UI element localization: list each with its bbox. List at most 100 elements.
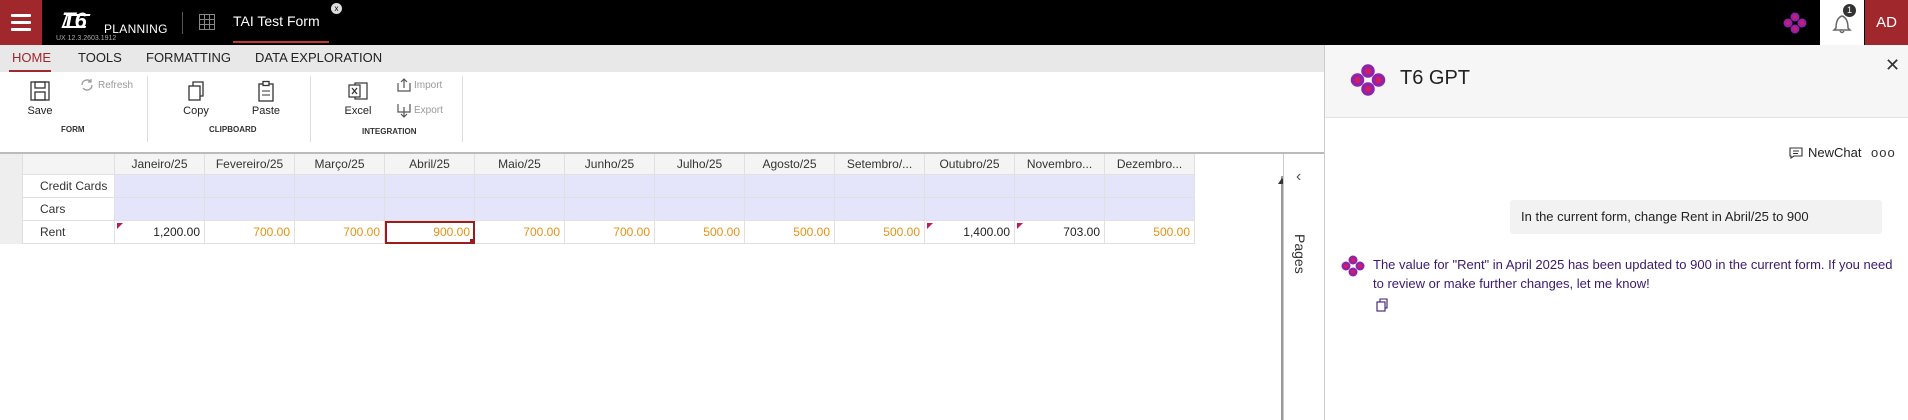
value-cell[interactable]: 500.00 bbox=[745, 221, 835, 244]
value-cell[interactable]: 500.00 bbox=[1105, 221, 1195, 244]
cell-value: 500.00 bbox=[1153, 225, 1190, 239]
tab-formatting[interactable]: FORMATTING bbox=[146, 50, 231, 65]
input-cell[interactable] bbox=[295, 175, 385, 198]
save-button[interactable]: Save bbox=[24, 80, 56, 117]
cell-value: 500.00 bbox=[793, 225, 830, 239]
column-header[interactable]: Dezembro... bbox=[1105, 154, 1195, 175]
logo-text: PLANNING bbox=[104, 22, 168, 36]
input-cell[interactable] bbox=[295, 198, 385, 221]
cell-value: 700.00 bbox=[343, 225, 380, 239]
grid-icon[interactable] bbox=[199, 14, 215, 30]
input-cell[interactable] bbox=[1015, 198, 1105, 221]
pages-panel[interactable]: ‹ Pages bbox=[1283, 154, 1324, 420]
save-label: Save bbox=[27, 105, 53, 117]
input-cell[interactable] bbox=[745, 175, 835, 198]
gpt-header: T6 GPT ✕ bbox=[1325, 45, 1908, 118]
input-cell[interactable] bbox=[655, 175, 745, 198]
logo-mark: T6 bbox=[62, 8, 87, 33]
notifications-button[interactable] bbox=[1820, 0, 1864, 45]
table-row: Cars bbox=[0, 198, 1195, 221]
input-cell[interactable] bbox=[1105, 175, 1195, 198]
new-chat-button[interactable]: NewChat bbox=[1789, 145, 1861, 160]
tab-tai-test-form[interactable]: TAI Test Form bbox=[228, 0, 336, 45]
hamburger-menu-icon[interactable] bbox=[0, 0, 42, 45]
copy-icon bbox=[188, 81, 204, 101]
cell-value: 500.00 bbox=[883, 225, 920, 239]
comment-flag-icon bbox=[927, 223, 933, 229]
header-corner bbox=[23, 154, 115, 175]
export-icon bbox=[397, 104, 411, 118]
user-avatar[interactable]: AD bbox=[1865, 0, 1908, 45]
tab-close-icon[interactable]: x bbox=[331, 3, 342, 14]
version-label: UX 12.3.2603.1912 bbox=[56, 35, 117, 42]
value-cell[interactable]: 700.00 bbox=[295, 221, 385, 244]
value-cell[interactable]: 700.00 bbox=[475, 221, 565, 244]
paste-button[interactable]: Paste bbox=[248, 80, 284, 117]
input-cell[interactable] bbox=[205, 175, 295, 198]
copy-button[interactable]: Copy bbox=[180, 80, 212, 117]
tab-home[interactable]: HOME bbox=[12, 50, 51, 65]
refresh-button[interactable]: Refresh bbox=[78, 77, 133, 93]
excel-button[interactable]: Excel bbox=[342, 80, 374, 117]
column-header[interactable]: Março/25 bbox=[295, 154, 385, 175]
column-header[interactable]: Julho/25 bbox=[655, 154, 745, 175]
input-cell[interactable] bbox=[115, 198, 205, 221]
import-label: Import bbox=[414, 79, 443, 91]
import-button[interactable]: Import bbox=[396, 77, 442, 93]
input-cell[interactable] bbox=[1105, 198, 1195, 221]
input-cell[interactable] bbox=[925, 175, 1015, 198]
save-icon bbox=[30, 81, 50, 101]
column-header[interactable]: Outubro/25 bbox=[925, 154, 1015, 175]
column-header[interactable]: Novembro... bbox=[1015, 154, 1105, 175]
t6-planning-logo[interactable]: T6 PLANNING UX 12.3.2603.1912 bbox=[56, 6, 176, 44]
value-cell[interactable]: 700.00 bbox=[205, 221, 295, 244]
input-cell[interactable] bbox=[655, 198, 745, 221]
column-header[interactable]: Maio/25 bbox=[475, 154, 565, 175]
close-icon[interactable]: ✕ bbox=[1885, 55, 1900, 76]
input-cell[interactable] bbox=[835, 175, 925, 198]
input-cell[interactable] bbox=[475, 198, 565, 221]
input-cell[interactable] bbox=[385, 175, 475, 198]
input-cell[interactable] bbox=[1015, 175, 1105, 198]
column-header[interactable]: Abril/25 bbox=[385, 154, 475, 175]
t6-gpt-icon[interactable] bbox=[1783, 12, 1807, 34]
row-header: Cars bbox=[23, 198, 115, 221]
value-cell[interactable]: 1,400.00 bbox=[925, 221, 1015, 244]
input-cell[interactable] bbox=[385, 198, 475, 221]
more-options-icon[interactable]: ooo bbox=[1871, 145, 1896, 160]
chevron-left-icon[interactable]: ‹ bbox=[1296, 168, 1301, 186]
value-cell[interactable]: 1,200.00 bbox=[115, 221, 205, 244]
column-header[interactable]: Fevereiro/25 bbox=[205, 154, 295, 175]
input-cell[interactable] bbox=[565, 175, 655, 198]
row-header: Credit Cards bbox=[23, 175, 115, 198]
column-header[interactable]: Agosto/25 bbox=[745, 154, 835, 175]
input-cell[interactable] bbox=[475, 175, 565, 198]
copy-message-icon[interactable] bbox=[1375, 298, 1389, 312]
input-cell[interactable] bbox=[835, 198, 925, 221]
t6-gpt-panel: T6 GPT ✕ NewChat ooo In the current form… bbox=[1324, 45, 1908, 420]
tab-label: TAI Test Form bbox=[233, 13, 320, 29]
input-cell[interactable] bbox=[565, 198, 655, 221]
input-cell[interactable] bbox=[745, 198, 835, 221]
form-grid: Janeiro/25 Fevereiro/25 Março/25 Abril/25 Ma… bbox=[0, 154, 1283, 420]
value-cell[interactable]: 703.00 bbox=[1015, 221, 1105, 244]
value-cell[interactable]: 900.00 bbox=[385, 221, 475, 244]
tab-tools[interactable]: TOOLS bbox=[78, 50, 122, 65]
excel-label: Excel bbox=[344, 105, 372, 117]
value-cell[interactable]: 500.00 bbox=[655, 221, 745, 244]
value-cell[interactable]: 700.00 bbox=[565, 221, 655, 244]
grid-header-row: Janeiro/25 Fevereiro/25 Março/25 Abril/25 Ma… bbox=[0, 154, 1195, 175]
bell-icon bbox=[1832, 15, 1852, 34]
comment-flag-icon bbox=[117, 223, 123, 229]
input-cell[interactable] bbox=[925, 198, 1015, 221]
value-cell[interactable]: 500.00 bbox=[835, 221, 925, 244]
column-header[interactable]: Junho/25 bbox=[565, 154, 655, 175]
export-button[interactable]: Export bbox=[396, 102, 443, 118]
tab-data-exploration[interactable]: DATA EXPLORATION bbox=[255, 50, 382, 65]
input-cell[interactable] bbox=[115, 175, 205, 198]
input-cell[interactable] bbox=[205, 198, 295, 221]
column-header[interactable]: Setembro/... bbox=[835, 154, 925, 175]
column-header[interactable]: Janeiro/25 bbox=[115, 154, 205, 175]
group-label-form: FORM bbox=[61, 125, 85, 134]
cell-value: 1,200.00 bbox=[153, 225, 200, 239]
